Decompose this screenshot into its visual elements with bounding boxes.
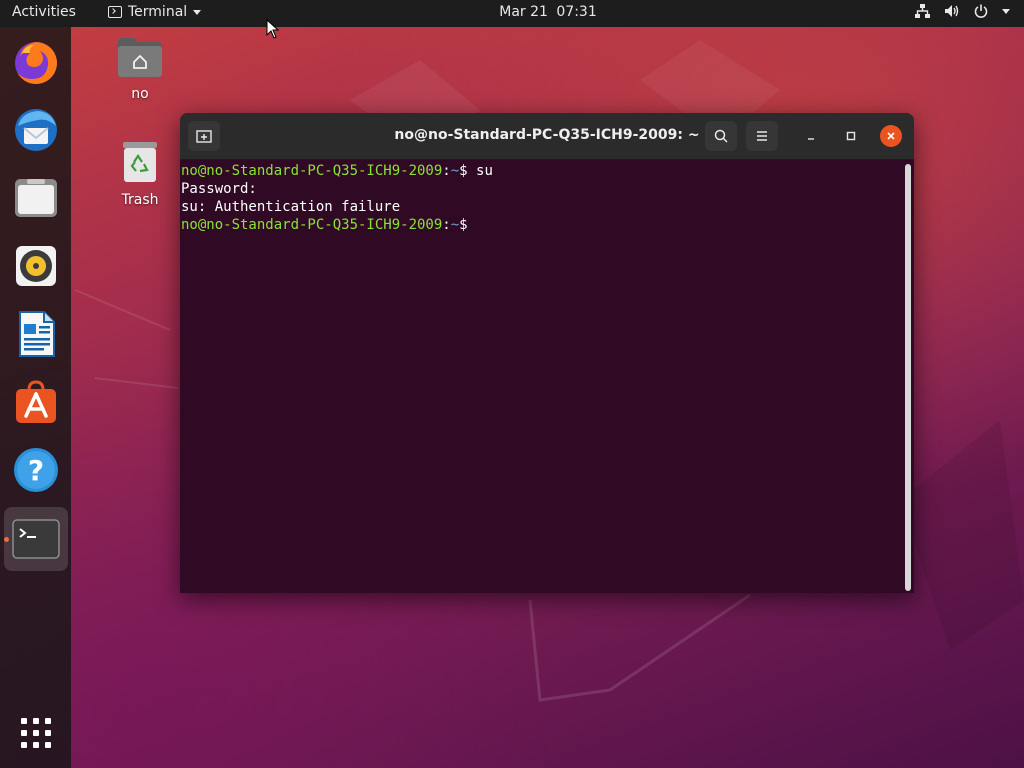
maximize-icon [846,131,856,141]
command-text: $ su [459,163,493,179]
hamburger-menu-icon [757,131,767,141]
power-icon [974,4,988,18]
top-bar: Activities Terminal Mar 21 07:31 [0,0,1024,27]
minimize-button[interactable] [799,124,823,148]
system-tray[interactable] [915,4,1010,18]
terminal-line: no@no-Standard-PC-Q35-ICH9-2009:~$ su [181,162,907,180]
desktop-icon-trash[interactable]: Trash [110,140,170,208]
rhythmbox-icon [16,246,56,286]
close-icon [887,132,895,140]
search-button[interactable] [705,121,737,151]
home-folder-icon [118,38,162,77]
terminal-icon [12,519,60,559]
desktop-icon-home[interactable]: no [110,36,170,102]
trash-icon [123,142,157,182]
dock-item-software[interactable] [10,376,62,428]
command-text: $ [459,217,477,233]
desktop-icon-label: Trash [121,192,159,208]
terminal-output[interactable]: no@no-Standard-PC-Q35-ICH9-2009:~$ su Pas… [180,160,907,593]
writer-icon [19,311,55,357]
clock-date: Mar 21 [499,4,548,20]
dock: ? [0,27,71,768]
network-icon [915,4,930,18]
prompt-user: no@no-Standard-PC-Q35-ICH9-2009 [181,163,443,179]
prompt-separator: : [442,163,451,179]
prompt-path: ~ [450,217,460,233]
terminal-scrollbar[interactable] [905,164,911,591]
software-icon [16,380,56,423]
show-applications-button[interactable] [10,707,62,759]
help-icon: ? [14,448,58,492]
dock-item-rhythmbox[interactable] [10,240,62,292]
thunderbird-icon [15,109,57,151]
mouse-cursor-icon [266,19,280,39]
terminal-titlebar[interactable]: no@no-Standard-PC-Q35-ICH9-2009: ~ [180,113,914,160]
clock[interactable]: Mar 21 07:31 [0,4,1024,20]
clock-time: 07:31 [556,4,597,20]
firefox-icon [15,42,57,84]
maximize-button[interactable] [839,124,863,148]
terminal-line: no@no-Standard-PC-Q35-ICH9-2009:~$ [181,216,907,234]
terminal-line: Password: [181,181,257,197]
prompt-user: no@no-Standard-PC-Q35-ICH9-2009 [181,217,443,233]
dock-item-thunderbird[interactable] [10,104,62,156]
terminal-window: no@no-Standard-PC-Q35-ICH9-2009: ~ no@no… [180,113,914,593]
close-button[interactable] [880,125,902,147]
search-icon [714,129,728,143]
svg-text:?: ? [28,454,44,487]
dock-item-firefox[interactable] [10,37,62,89]
prompt-path: ~ [450,163,460,179]
menu-button[interactable] [746,121,778,151]
dock-item-files[interactable] [10,172,62,224]
dock-item-writer[interactable] [10,308,62,360]
terminal-line: su: Authentication failure [181,199,401,215]
dock-item-terminal[interactable] [4,507,68,571]
minimize-icon [808,138,814,140]
desktop-icon-label: no [131,86,149,102]
prompt-separator: : [442,217,451,233]
files-icon [15,179,57,217]
app-grid-icon [21,718,51,748]
volume-icon [945,5,959,17]
dock-item-help[interactable]: ? [10,444,62,496]
chevron-down-icon [1002,8,1010,14]
